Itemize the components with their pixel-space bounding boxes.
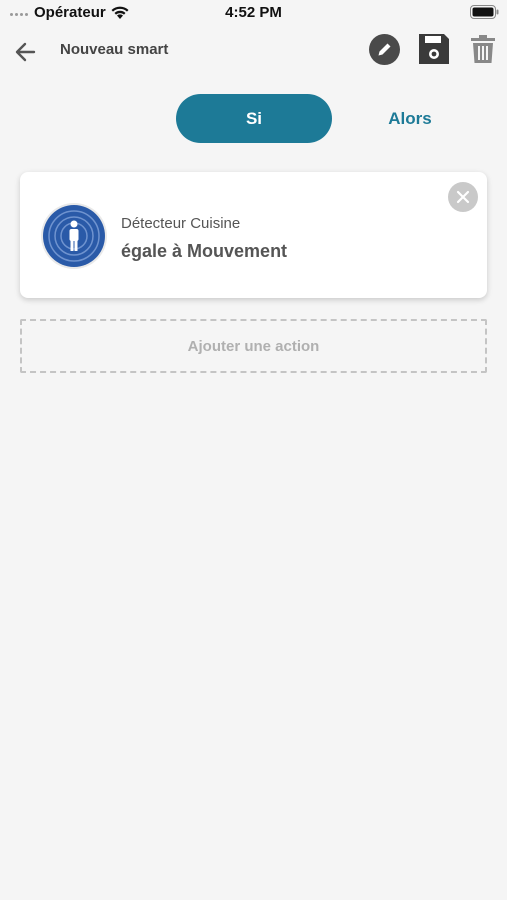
page-title: Nouveau smart <box>60 41 169 58</box>
tab-si[interactable]: Si <box>176 94 332 143</box>
trash-icon[interactable] <box>470 34 496 64</box>
add-action-label: Ajouter une action <box>187 337 320 355</box>
condition-card[interactable]: Détecteur Cuisine égale à Mouvement <box>20 172 487 298</box>
battery-icon <box>470 5 499 19</box>
tab-si-label: Si <box>245 108 263 128</box>
condition-device-name: Détecteur Cuisine <box>121 215 241 232</box>
close-icon <box>456 190 470 204</box>
tab-alors-label: Alors <box>388 108 432 128</box>
edit-icon[interactable] <box>369 34 400 65</box>
motion-detector-icon <box>41 203 107 269</box>
save-icon[interactable] <box>417 32 451 66</box>
back-arrow-icon[interactable] <box>12 38 40 66</box>
app-header: Nouveau smart <box>0 28 507 76</box>
status-bar: Opérateur 4:52 PM <box>0 0 507 28</box>
condition-text: égale à Mouvement <box>121 241 288 261</box>
tab-alors[interactable]: Alors <box>360 94 460 143</box>
clock: 4:52 PM <box>225 4 282 21</box>
add-action-button[interactable]: Ajouter une action <box>20 319 487 373</box>
remove-condition-button[interactable] <box>448 182 478 212</box>
